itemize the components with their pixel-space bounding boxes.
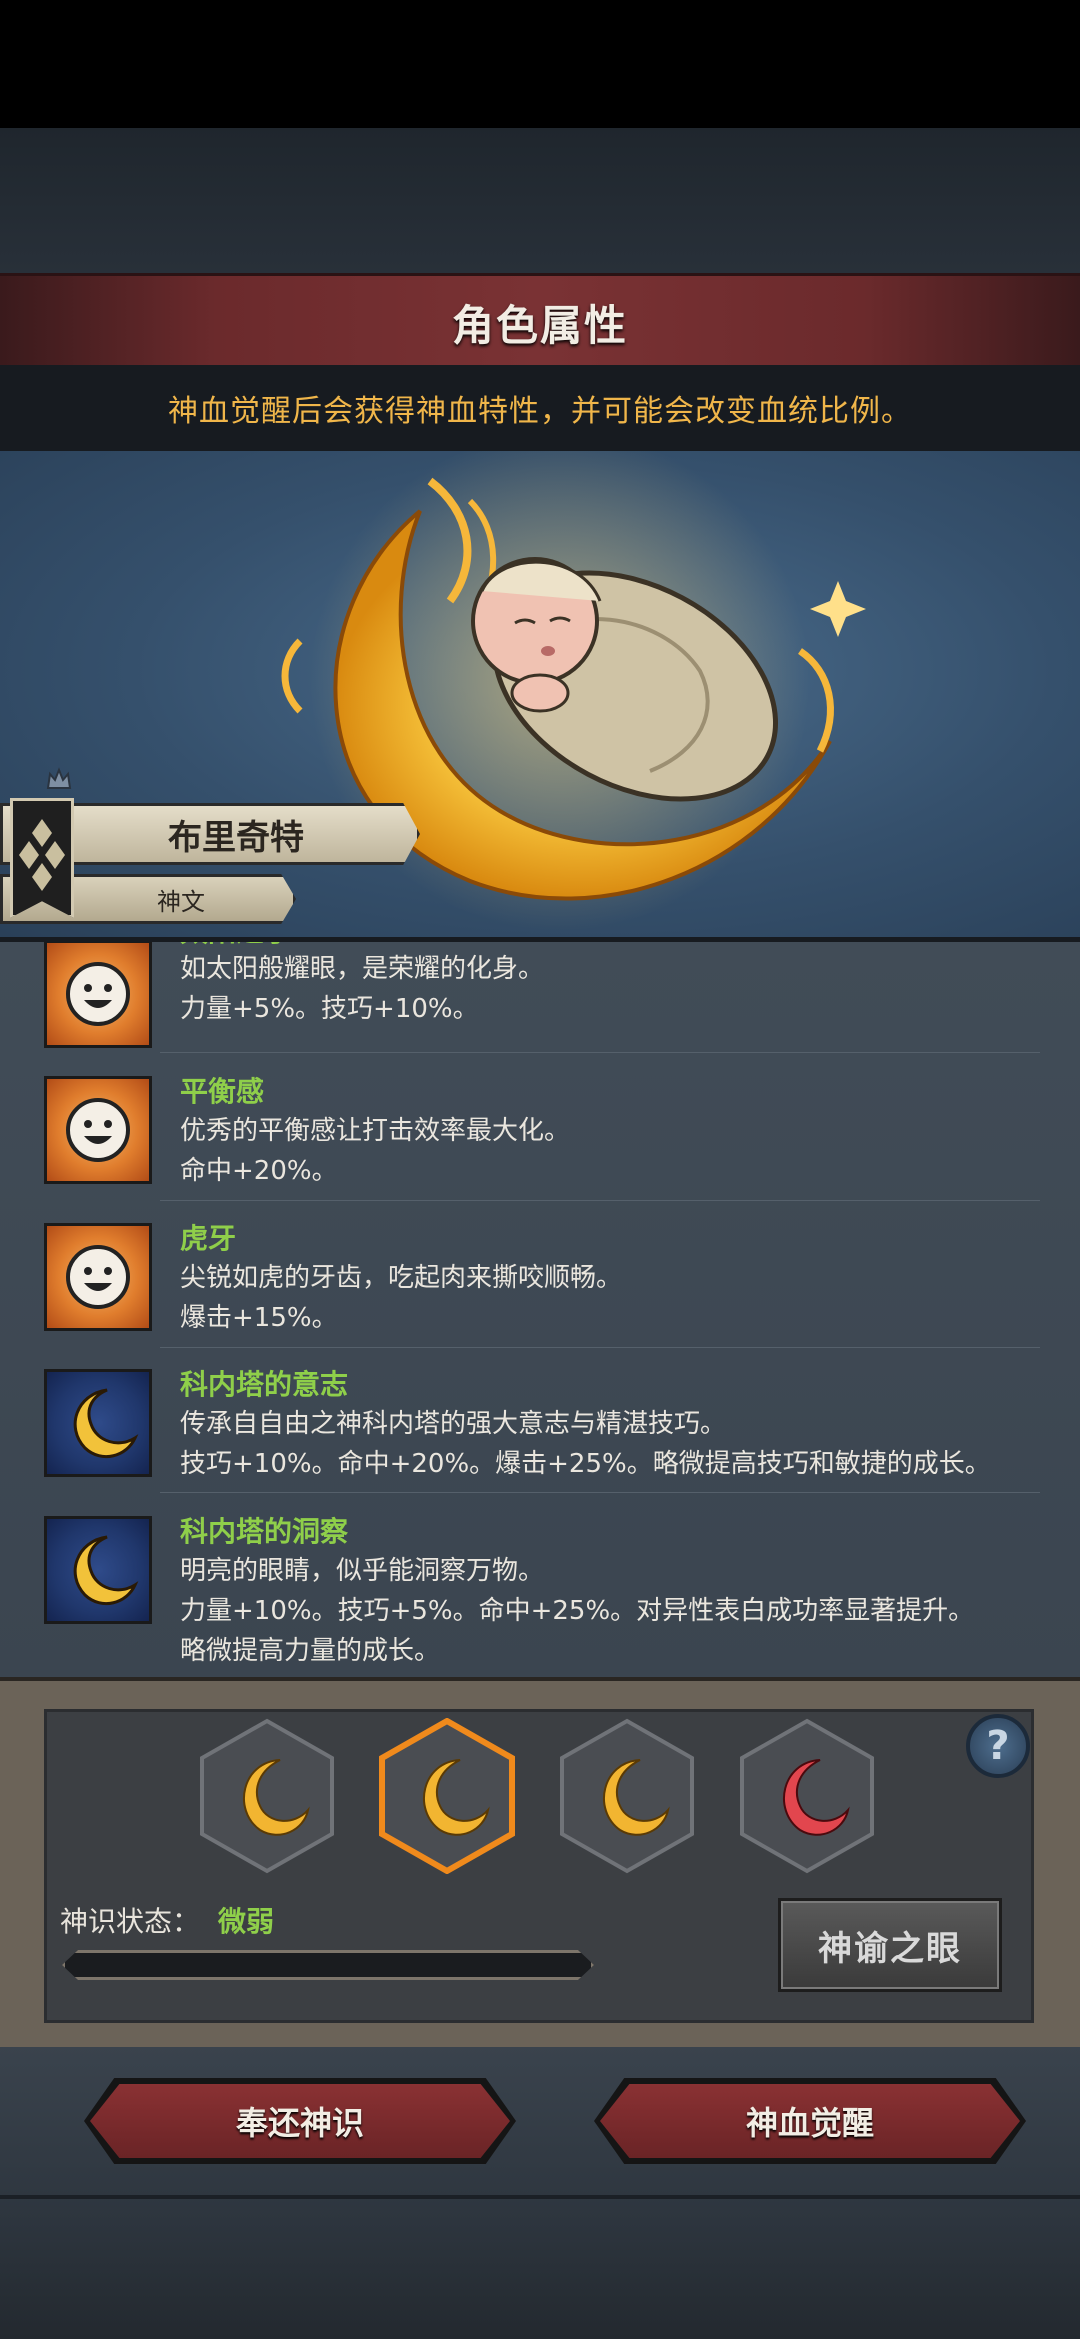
trait-desc: 尖锐如虎的牙齿，吃起肉来撕咬顺畅。 [180,1263,623,1293]
trait-desc: 明亮的眼睛，似乎能洞察万物。 [180,1556,545,1586]
trait-stat: 力量+5%。技巧+10%。 [180,994,479,1024]
awakening-slot-3[interactable] [558,1718,696,1874]
trait-stat: 命中+20%。 [180,1156,338,1186]
backdrop [0,128,1080,273]
character-art [0,451,1080,942]
divine-blood-awaken-button[interactable]: 神血觉醒 [594,2078,1026,2164]
return-label: 奉还神识 [235,2104,364,2142]
awakening-slot-4[interactable] [738,1718,876,1874]
divider [160,1052,1040,1053]
crown-icon [46,767,72,789]
diamond-banner-icon [10,798,74,918]
divine-sense-value: 微弱 [218,1905,275,1938]
status-bar [0,0,1080,128]
oracle-eye-label: 神谕之眼 [818,1928,962,1969]
character-name: 布里奇特 [168,817,304,858]
trait-name: 科内塔的意志 [180,1368,349,1401]
awakening-panel [0,1677,1080,2051]
smiley-sun-icon [44,942,152,1048]
character-category: 神文 [157,887,205,916]
trait-list[interactable]: 太阳之子 如太阳般耀眼，是荣耀的化身。 力量+5%。技巧+10%。 平衡感 优秀… [0,942,1080,1677]
awakening-slot-2-selected[interactable] [378,1718,516,1874]
trait-desc: 如太阳般耀眼，是荣耀的化身。 [180,954,545,984]
return-divine-sense-button[interactable]: 奉还神识 [84,2078,516,2164]
trait-name: 平衡感 [180,1075,265,1108]
question-mark-icon[interactable]: ? [966,1714,1030,1778]
trait-name: 科内塔的洞察 [180,1515,349,1548]
awaken-label: 神血觉醒 [745,2104,874,2142]
divine-sense-label: 神识状态： [60,1905,201,1938]
smiley-sun-icon [44,1223,152,1331]
trait-stat: 爆击+15%。 [180,1303,338,1333]
awakening-slot-1[interactable] [198,1718,336,1874]
smiley-sun-icon [44,1076,152,1184]
notice-bar: 神血觉醒后会获得神血特性，并可能会改变血统比例。 [0,365,1080,451]
trait-desc: 传承自自由之神科内塔的强大意志与精湛技巧。 [180,1409,727,1439]
trait-name: 虎牙 [180,1222,237,1255]
trait-stat: 力量+10%。技巧+5%。命中+25%。对异性表白成功率显著提升。 [180,1596,975,1626]
trait-stat: 技巧+10%。命中+20%。爆击+25%。略微提高技巧和敏捷的成长。 [180,1449,991,1479]
divider [160,1200,1040,1201]
trait-desc: 优秀的平衡感让打击效率最大化。 [180,1116,571,1146]
title-banner: 角色属性 [0,273,1080,371]
divider [160,1347,1040,1348]
notice-text: 神血觉醒后会获得神血特性，并可能会改变血统比例。 [168,394,912,429]
trait-stat-extra: 略微提高力量的成长。 [180,1636,441,1666]
divider [0,2195,1080,2199]
page-title: 角色属性 [451,300,628,350]
oracle-eye-button[interactable]: 神谕之眼 [778,1898,1002,1992]
divider [160,1492,1040,1493]
crescent-moon-icon [44,1516,152,1624]
divine-sense-progress-bar [62,1950,594,1980]
crescent-moon-icon [44,1369,152,1477]
